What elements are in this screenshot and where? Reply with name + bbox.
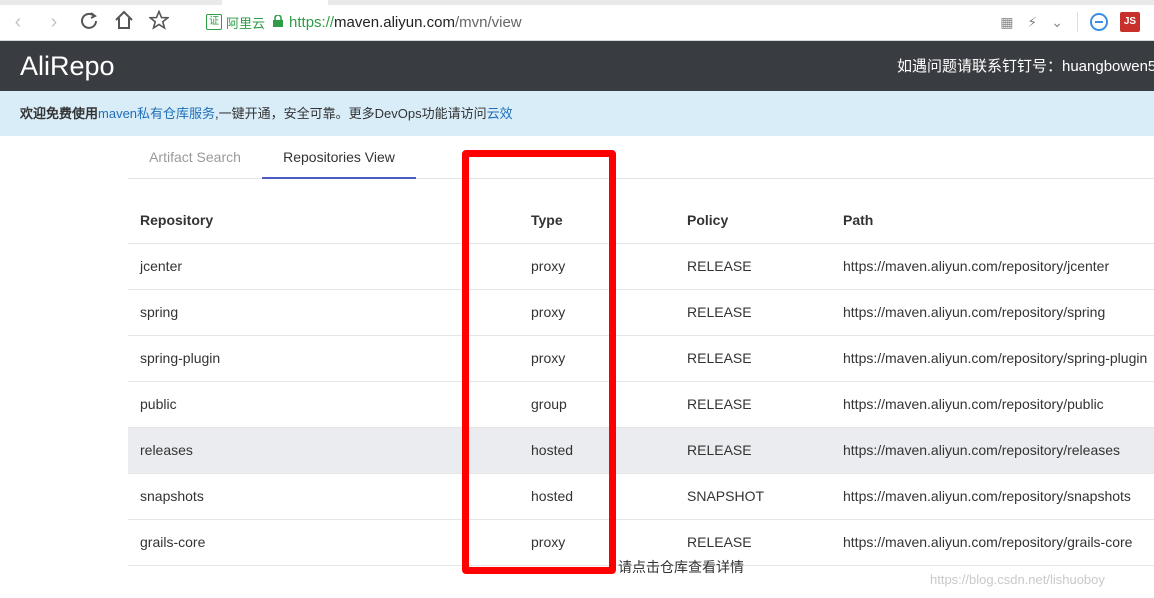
repository-name[interactable]: releases: [128, 427, 531, 474]
column-header-type: Type: [531, 198, 687, 244]
notice-bar: 欢迎免费使用maven私有仓库服务,一键开通，安全可靠。更多DevOps功能请访…: [0, 91, 1154, 136]
repository-type: hosted: [531, 427, 687, 474]
repositories-table: Repository Type Policy Path jcenter prox…: [128, 198, 1154, 566]
table-header-row: Repository Type Policy Path: [128, 198, 1154, 244]
repository-policy: RELEASE: [687, 427, 843, 474]
repository-type: hosted: [531, 473, 687, 520]
column-header-path: Path: [843, 198, 1154, 244]
repository-name[interactable]: spring: [128, 289, 531, 336]
chevron-down-icon[interactable]: ⌄: [1051, 14, 1063, 31]
repository-type: proxy: [531, 243, 687, 290]
repository-path: https://maven.aliyun.com/repository/grai…: [843, 519, 1154, 566]
star-icon[interactable]: [147, 9, 171, 34]
repository-name[interactable]: jcenter: [128, 243, 531, 290]
repository-policy: RELEASE: [687, 381, 843, 428]
repository-path: https://maven.aliyun.com/repository/jcen…: [843, 243, 1154, 290]
extension-blue-icon[interactable]: [1090, 13, 1108, 31]
tab-artifact-search[interactable]: Artifact Search: [128, 140, 262, 177]
site-header: AliRepo 如遇问题请联系钉钉号：huangbowen5: [0, 41, 1154, 91]
repository-path: https://maven.aliyun.com/repository/spri…: [843, 289, 1154, 336]
repository-policy: RELEASE: [687, 243, 843, 290]
table-row[interactable]: spring-plugin proxy RELEASE https://mave…: [128, 335, 1154, 382]
view-tabs: Artifact Search Repositories View: [128, 140, 1154, 179]
browser-extensions: ▦ ⚡ ⌄ JS: [986, 10, 1154, 34]
certificate-icon[interactable]: 证: [206, 14, 222, 30]
column-header-policy: Policy: [687, 198, 843, 244]
repository-path: https://maven.aliyun.com/repository/spri…: [843, 335, 1154, 382]
forward-icon[interactable]: ›: [42, 10, 66, 34]
repository-name[interactable]: snapshots: [128, 473, 531, 520]
repository-policy: SNAPSHOT: [687, 473, 843, 520]
notice-bold-text: 欢迎免费使用: [20, 106, 99, 121]
browser-toolbar: ‹ › 证 阿里云 https://maven.aliyun.com/mvn/v…: [0, 0, 1154, 41]
toolbar-divider: [1077, 12, 1078, 32]
repository-policy: RELEASE: [687, 335, 843, 382]
home-icon[interactable]: [112, 10, 136, 34]
table-row[interactable]: spring proxy RELEASE https://maven.aliyu…: [128, 289, 1154, 336]
lightning-icon[interactable]: ⚡: [1027, 14, 1037, 31]
repository-policy: RELEASE: [687, 289, 843, 336]
brand-logo[interactable]: AliRepo: [20, 50, 115, 82]
repository-name[interactable]: spring-plugin: [128, 335, 531, 382]
maven-private-repo-link[interactable]: maven私有仓库服务: [98, 106, 215, 121]
repository-type: proxy: [531, 335, 687, 382]
repository-type: group: [531, 381, 687, 428]
repository-path: https://maven.aliyun.com/repository/publ…: [843, 381, 1154, 428]
tab-repositories-view[interactable]: Repositories View: [262, 140, 416, 179]
repository-path: https://maven.aliyun.com/repository/rele…: [843, 427, 1154, 474]
lock-icon: [273, 13, 284, 30]
repository-name[interactable]: grails-core: [128, 519, 531, 566]
address-bar[interactable]: 证 阿里云 https://maven.aliyun.com/mvn/view: [206, 8, 1066, 36]
yunxiao-link[interactable]: 云效: [487, 106, 513, 121]
table-row[interactable]: jcenter proxy RELEASE https://maven.aliy…: [128, 243, 1154, 290]
repository-name[interactable]: public: [128, 381, 531, 428]
tab-strip: [0, 0, 1154, 5]
url-path: /mvn/view: [454, 13, 522, 31]
table-row[interactable]: snapshots hosted SNAPSHOT https://maven.…: [128, 473, 1154, 520]
table-row[interactable]: public group RELEASE https://maven.aliyu…: [128, 381, 1154, 428]
certificate-name[interactable]: 阿里云: [226, 13, 265, 32]
active-browser-tab[interactable]: [222, 0, 328, 5]
watermark: https://blog.csdn.net/lishuoboy: [930, 572, 1105, 587]
reload-icon[interactable]: [77, 10, 101, 34]
column-header-repository: Repository: [128, 198, 531, 244]
js-extension-icon[interactable]: JS: [1120, 12, 1140, 32]
repository-type: proxy: [531, 289, 687, 336]
url-scheme: https://: [289, 13, 335, 31]
back-icon[interactable]: ‹: [6, 10, 30, 34]
repository-path: https://maven.aliyun.com/repository/snap…: [843, 473, 1154, 520]
url-host: maven.aliyun.com: [334, 13, 455, 31]
qr-code-icon[interactable]: ▦: [1000, 14, 1013, 31]
table-row-hovered[interactable]: releases hosted RELEASE https://maven.al…: [128, 427, 1154, 474]
notice-middle-text: ,一键开通，安全可靠。更多DevOps功能请访问: [215, 106, 487, 121]
click-repository-hint: 请点击仓库查看详情: [618, 559, 744, 575]
contact-info: 如遇问题请联系钉钉号：huangbowen5: [897, 58, 1154, 75]
